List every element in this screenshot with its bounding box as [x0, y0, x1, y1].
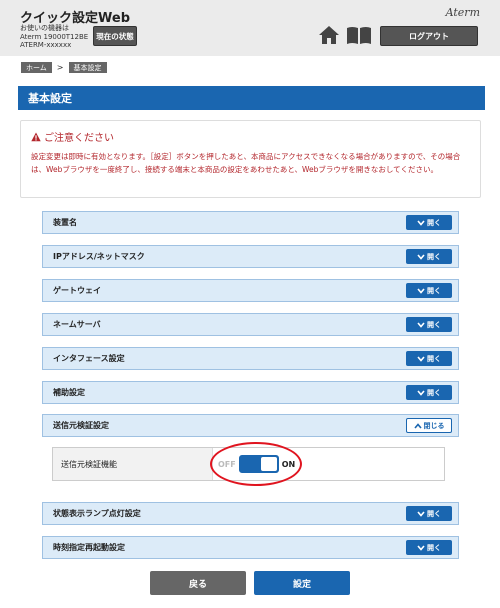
chevron-down-icon [417, 321, 425, 328]
open-button-label: 開く [427, 543, 441, 552]
accordion-row-source-verification[interactable]: 送信元検証設定 閉じる [42, 414, 459, 437]
row-label: 時刻指定再起動設定 [53, 543, 125, 552]
open-button[interactable]: 開く [406, 506, 452, 521]
row-label: 装置名 [53, 218, 77, 227]
device-info-line: ATERM-xxxxxx [20, 41, 72, 49]
caution-text: 設定変更は即時に有効となります。［設定］ボタンを押したあと、本商品にアクセスでき… [31, 152, 461, 174]
open-button-label: 開く [427, 320, 441, 329]
device-info: お使いの機器は Aterm 19000T12BE ATERM-xxxxxx [20, 24, 88, 50]
home-icon[interactable] [318, 25, 340, 45]
submit-button[interactable]: 設定 [254, 571, 350, 595]
logout-button[interactable]: ログアウト [380, 26, 478, 46]
header: クイック設定Web お使いの機器は Aterm 19000T12BE ATERM… [0, 0, 500, 56]
accordion-row-device-name[interactable]: 装置名 開く [42, 211, 459, 234]
open-button-label: 開く [427, 509, 441, 518]
breadcrumb: ホーム > 基本設定 [21, 62, 107, 73]
chevron-down-icon [417, 389, 425, 396]
close-button-label: 閉じる [423, 421, 445, 430]
open-button[interactable]: 開く [406, 283, 452, 298]
row-label: インタフェース設定 [53, 354, 125, 363]
device-info-line: Aterm 19000T12BE [20, 32, 89, 41]
chevron-down-icon [417, 219, 425, 226]
source-verification-label: 送信元検証機能 [53, 448, 213, 480]
brand-logo: Aterm [445, 6, 480, 19]
accordion-row-name-server[interactable]: ネームサーバ 開く [42, 313, 459, 336]
open-button[interactable]: 開く [406, 317, 452, 332]
warning-icon [31, 132, 41, 141]
accordion-row-ip-address[interactable]: IPアドレス/ネットマスク 開く [42, 245, 459, 268]
row-label: 補助設定 [53, 388, 85, 397]
open-button-label: 開く [427, 388, 441, 397]
row-label: 送信元検証設定 [53, 421, 109, 430]
accordion-row-interface[interactable]: インタフェース設定 開く [42, 347, 459, 370]
open-button-label: 開く [427, 218, 441, 227]
book-icon[interactable] [346, 25, 372, 45]
accordion-row-gateway[interactable]: ゲートウェイ 開く [42, 279, 459, 302]
open-button[interactable]: 開く [406, 385, 452, 400]
close-button[interactable]: 閉じる [406, 418, 452, 433]
caution-box: ご注意ください 設定変更は即時に有効となります。［設定］ボタンを押したあと、本商… [20, 120, 481, 198]
chevron-down-icon [417, 510, 425, 517]
caution-title-text: ご注意ください [44, 133, 114, 144]
accordion-row-status-lamp[interactable]: 状態表示ランプ点灯設定 開く [42, 502, 459, 525]
device-info-line: お使いの機器は [20, 24, 69, 32]
caution-title: ご注意ください [31, 129, 114, 144]
row-label: ネームサーバ [53, 320, 101, 329]
chevron-down-icon [417, 253, 425, 260]
back-button[interactable]: 戻る [150, 571, 246, 595]
chevron-down-icon [417, 287, 425, 294]
open-button-label: 開く [427, 252, 441, 261]
accordion-row-scheduled-reboot[interactable]: 時刻指定再起動設定 開く [42, 536, 459, 559]
row-label: ゲートウェイ [53, 286, 101, 295]
chevron-down-icon [417, 355, 425, 362]
breadcrumb-home[interactable]: ホーム [21, 62, 52, 73]
row-label: IPアドレス/ネットマスク [53, 252, 145, 261]
open-button-label: 開く [427, 286, 441, 295]
breadcrumb-separator: > [56, 63, 64, 72]
open-button[interactable]: 開く [406, 351, 452, 366]
row-label: 状態表示ランプ点灯設定 [53, 509, 141, 518]
accordion-row-auxiliary[interactable]: 補助設定 開く [42, 381, 459, 404]
current-status-button[interactable]: 現在の状態 [93, 26, 137, 46]
page-title: 基本設定 [18, 86, 485, 110]
open-button[interactable]: 開く [406, 215, 452, 230]
open-button[interactable]: 開く [406, 249, 452, 264]
chevron-down-icon [417, 544, 425, 551]
breadcrumb-current: 基本設定 [68, 62, 107, 73]
open-button-label: 開く [427, 354, 441, 363]
highlight-ellipse [210, 442, 302, 486]
open-button[interactable]: 開く [406, 540, 452, 555]
chevron-up-icon [413, 422, 422, 429]
